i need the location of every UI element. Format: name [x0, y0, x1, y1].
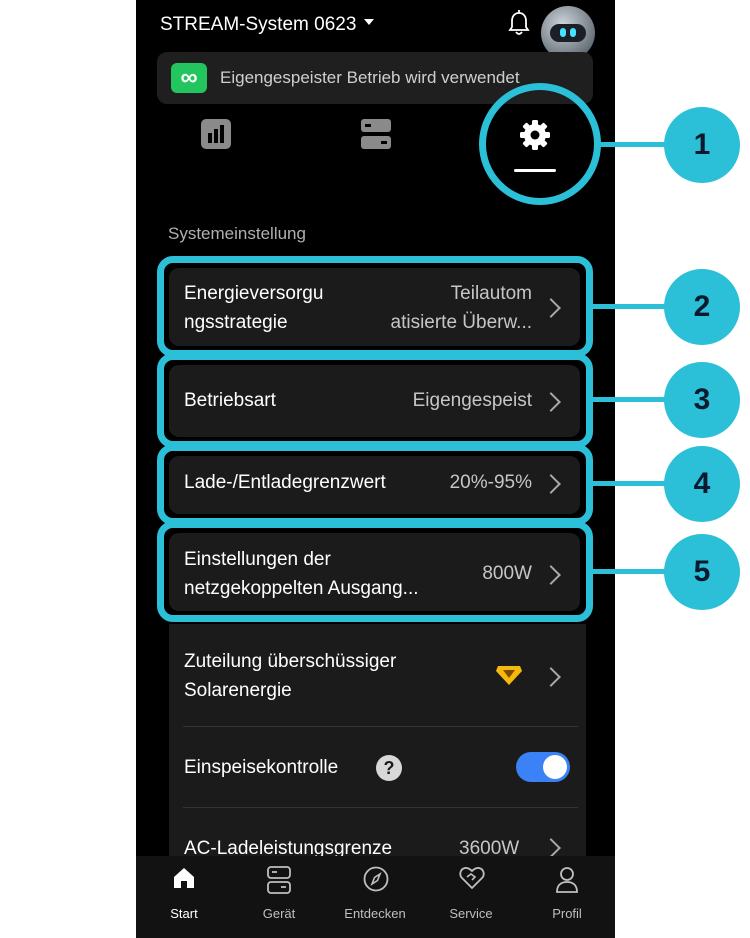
robot-eye — [560, 28, 566, 37]
help-icon[interactable]: ? — [376, 755, 402, 781]
infinity-icon: ∞ — [171, 63, 207, 93]
setting-label: Zuteilung überschüssiger — [184, 651, 397, 672]
banner-text: Eigengespeister Betrieb wird verwendet — [220, 68, 520, 87]
top-bar: STREAM-System 0623 — [136, 0, 615, 60]
setting-label: Einspeisekontrolle — [184, 757, 339, 778]
nav-device[interactable]: Gerät — [234, 856, 324, 938]
callout-line — [598, 142, 668, 147]
highlight-box-grid-output — [157, 521, 593, 622]
nav-label: Profil — [552, 906, 582, 921]
highlight-box-operating-mode — [157, 353, 593, 448]
nav-label: Start — [170, 906, 198, 921]
nav-profile[interactable]: Profil — [522, 856, 612, 938]
nav-start[interactable]: Start — [139, 856, 229, 938]
callout-2: 2 — [664, 269, 740, 345]
nav-label: Service — [449, 906, 493, 921]
server-icon — [361, 119, 391, 149]
bell-icon[interactable] — [508, 10, 530, 36]
compass-icon — [363, 866, 389, 892]
chevron-right-icon — [541, 838, 561, 858]
callout-3: 3 — [664, 362, 740, 438]
bar-chart-icon — [201, 119, 231, 149]
home-icon — [174, 868, 194, 888]
robot-eye — [570, 28, 576, 37]
callout-line — [590, 304, 668, 309]
system-selector[interactable]: STREAM-System 0623 — [160, 14, 356, 36]
nav-service[interactable]: Service — [426, 856, 516, 938]
tab-devices[interactable] — [346, 118, 406, 173]
callout-line — [590, 481, 668, 486]
highlight-ring-settings — [479, 83, 601, 205]
toggle-knob — [543, 755, 567, 779]
nav-label: Gerät — [262, 906, 296, 921]
setting-label: Solarenergie — [184, 680, 292, 701]
highlight-box-charge-limit — [157, 444, 593, 525]
bottom-nav: Start Gerät Entdecken Service Profil — [136, 856, 615, 938]
feed-in-toggle[interactable] — [516, 752, 570, 782]
nav-label: Entdecken — [344, 906, 406, 921]
device-icon — [267, 866, 291, 894]
callout-5: 5 — [664, 534, 740, 610]
callout-line — [590, 569, 668, 574]
section-title: Systemeinstellung — [168, 224, 306, 243]
settings-list-continued: Zuteilung überschüssiger Solarenergie Ei… — [169, 624, 586, 859]
nav-discover[interactable]: Entdecken — [330, 856, 420, 938]
highlight-box-energy-strategy — [157, 256, 593, 357]
robot-face — [550, 24, 586, 42]
dropdown-caret-icon[interactable] — [364, 19, 374, 25]
tab-statistics[interactable] — [186, 118, 246, 173]
premium-diamond-icon — [496, 666, 522, 685]
callout-4: 4 — [664, 446, 740, 522]
callout-line — [590, 397, 668, 402]
profile-icon — [556, 867, 578, 893]
callout-1: 1 — [664, 107, 740, 183]
chevron-right-icon — [541, 667, 561, 687]
setting-surplus-solar[interactable]: Zuteilung überschüssiger Solarenergie — [169, 624, 586, 726]
service-icon — [459, 867, 485, 890]
